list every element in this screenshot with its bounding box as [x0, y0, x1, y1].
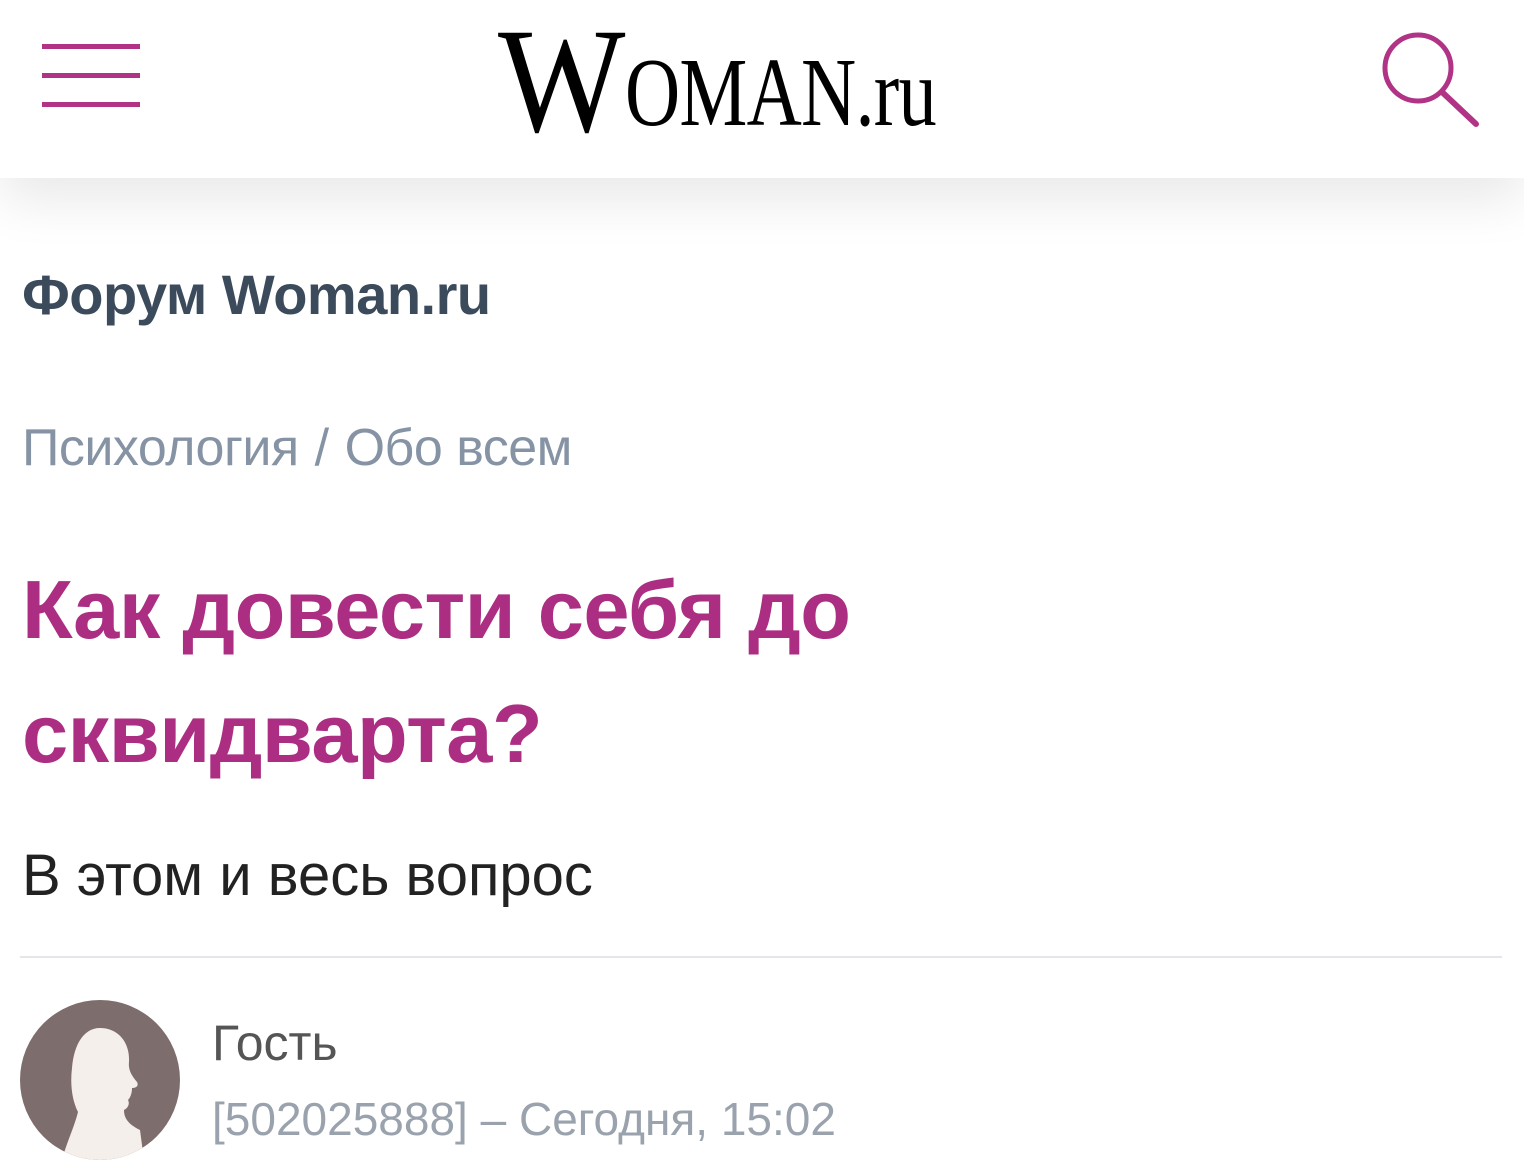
meta-separator: –	[480, 1093, 507, 1145]
menu-line	[42, 102, 140, 107]
site-logo[interactable]: WOMAN.ru	[498, 0, 1023, 156]
breadcrumb: Психология / Обо всем	[22, 418, 572, 478]
menu-line	[42, 44, 140, 49]
search-icon[interactable]	[1378, 26, 1482, 130]
post-meta: [502025888] – Сегодня, 15:02	[212, 1092, 836, 1146]
post-author-name[interactable]: Гость	[212, 1014, 338, 1072]
post-date: Сегодня, 15:02	[518, 1093, 836, 1145]
hamburger-menu-icon[interactable]	[42, 44, 140, 110]
logo-text: OMAN.ru	[624, 39, 937, 147]
forum-title-link[interactable]: Форум Woman.ru	[22, 262, 491, 327]
user-silhouette-icon	[62, 1028, 144, 1160]
breadcrumb-separator: /	[314, 419, 329, 477]
menu-line	[42, 73, 140, 78]
topic-title: Как довести себя до сквидварта?	[22, 563, 851, 780]
post-author-id: [502025888]	[212, 1093, 468, 1145]
logo-initial: W	[498, 0, 625, 164]
divider	[20, 956, 1502, 958]
topic-body: В этом и весь вопрос	[22, 843, 593, 908]
site-header: WOMAN.ru	[0, 0, 1524, 178]
breadcrumb-item-about-everything[interactable]: Обо всем	[345, 419, 573, 477]
breadcrumb-item-psychology[interactable]: Психология	[22, 419, 299, 477]
magnifier-icon	[1382, 32, 1479, 127]
avatar	[20, 1000, 180, 1160]
